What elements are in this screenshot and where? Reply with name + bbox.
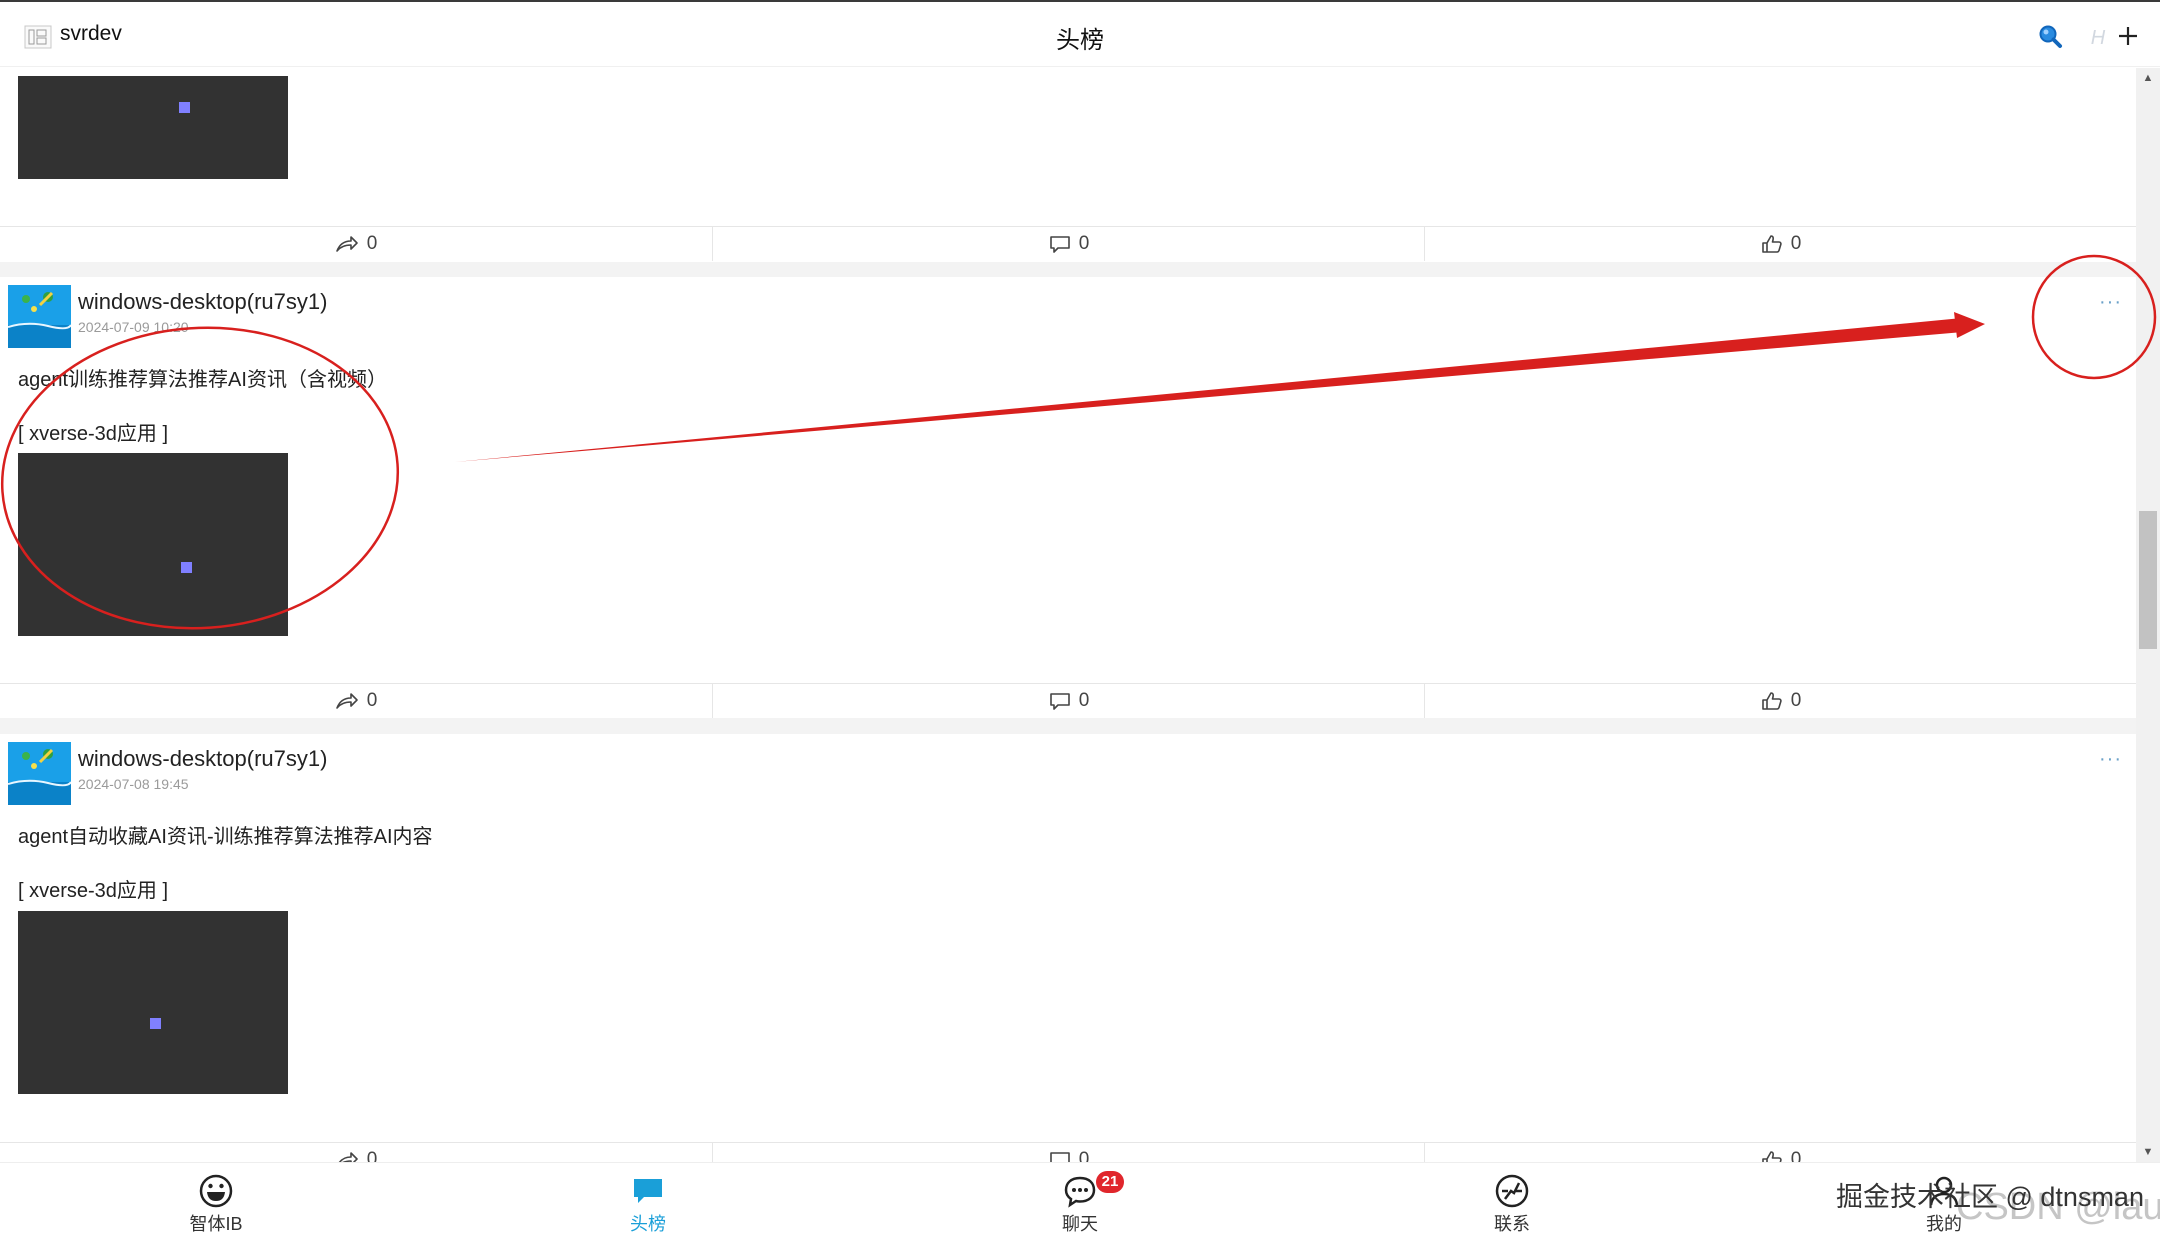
tab-chat[interactable]: 21 聊天	[864, 1163, 1296, 1240]
like-count: 0	[1790, 233, 1802, 254]
scroll-down-arrow[interactable]: ▼	[2136, 1142, 2160, 1162]
smiley-icon	[199, 1174, 233, 1208]
comment-count: 0	[1078, 690, 1090, 711]
page-title: 头榜	[1056, 27, 1104, 54]
post-timestamp: 2024-07-08 19:45	[78, 776, 189, 792]
comment-count: 0	[1078, 233, 1090, 254]
like-count: 0	[1790, 690, 1802, 711]
plus-icon[interactable]	[2114, 22, 2142, 50]
app-tag-link[interactable]: [ xverse-3d应用 ]	[18, 874, 168, 903]
share-count: 0	[366, 690, 378, 711]
post-author[interactable]: windows-desktop(ru7sy1)	[78, 746, 327, 772]
h-icon[interactable]: H	[2084, 22, 2112, 50]
tab-label: 头榜	[630, 1214, 666, 1234]
post-media-thumbnail[interactable]	[18, 911, 288, 1094]
unread-badge: 21	[1096, 1171, 1124, 1193]
play-marker	[150, 1018, 161, 1029]
tab-label: 聊天	[1062, 1214, 1098, 1234]
post-actions-bar: 0 0 0	[0, 226, 2136, 261]
scroll-thumb[interactable]	[2139, 511, 2157, 649]
more-options-button[interactable]: ···	[2099, 748, 2122, 771]
post-actions-bar: 0 0 0	[0, 1142, 2136, 1162]
post-actions-bar: 0 0 0	[0, 683, 2136, 718]
share-icon	[338, 1152, 358, 1162]
comment-count: 0	[1078, 1149, 1090, 1162]
comment-button[interactable]: 0	[712, 684, 1425, 718]
feed-list[interactable]: 0 0 0 windows-desktop(ru7sy1) 2024-07-09…	[0, 68, 2136, 1162]
post-text: agent自动收藏AI资讯-训练推荐算法推荐AI内容	[18, 826, 433, 848]
like-button[interactable]: 0	[1424, 1143, 2136, 1162]
scroll-up-arrow[interactable]: ▲	[2136, 68, 2160, 88]
share-button[interactable]: 0	[0, 227, 712, 261]
like-count: 0	[1790, 1149, 1802, 1162]
app-header: svrdev 头榜 H	[0, 2, 2160, 67]
share-count: 0	[366, 233, 378, 254]
more-options-button[interactable]: ···	[2099, 291, 2122, 314]
post-card: 0 0 0	[0, 68, 2136, 262]
play-marker	[179, 102, 190, 113]
post-media-thumbnail[interactable]	[18, 453, 288, 636]
like-button[interactable]: 0	[1424, 227, 2136, 261]
juejin-watermark: 掘金技术社区 @ dtnsman	[1836, 1182, 2144, 1212]
app-tag-link[interactable]: [ xverse-3d应用 ]	[18, 417, 168, 446]
post-text: agent训练推荐算法推荐AI资讯（含视频）	[18, 369, 387, 391]
share-button[interactable]: 0	[0, 1143, 712, 1162]
comment-icon	[1049, 1152, 1070, 1162]
tab-contacts[interactable]: 联系	[1296, 1163, 1728, 1240]
share-count: 0	[366, 1149, 378, 1162]
comment-icon	[1049, 236, 1070, 253]
comment-button[interactable]: 0	[712, 1143, 1425, 1162]
post-card: windows-desktop(ru7sy1) 2024-07-08 19:45…	[0, 734, 2136, 1162]
comment-button[interactable]: 0	[712, 227, 1425, 261]
like-button[interactable]: 0	[1424, 684, 2136, 718]
tab-label: 联系	[1494, 1214, 1530, 1234]
share-icon	[335, 693, 358, 709]
contact-icon	[1495, 1174, 1529, 1208]
thumbs-up-icon	[1761, 692, 1782, 710]
chat-icon	[1064, 1176, 1096, 1208]
avatar[interactable]	[8, 285, 71, 348]
comment-icon	[1049, 693, 1070, 710]
thumbs-up-icon	[1761, 235, 1782, 253]
search-icon[interactable]	[2036, 22, 2064, 50]
avatar[interactable]	[8, 742, 71, 805]
post-author[interactable]: windows-desktop(ru7sy1)	[78, 289, 327, 315]
feed-icon	[634, 1179, 662, 1203]
feed-scrollbar[interactable]: ▲ ▼	[2136, 68, 2160, 1162]
play-marker	[181, 562, 192, 573]
tab-zhiti-ib[interactable]: 智体IB	[0, 1163, 432, 1240]
post-timestamp: 2024-07-09 10:20	[78, 319, 189, 335]
thumbs-up-icon	[1761, 1151, 1782, 1162]
post-card: windows-desktop(ru7sy1) 2024-07-09 10:20…	[0, 277, 2136, 718]
tab-label: 智体IB	[189, 1214, 243, 1234]
post-media-thumbnail[interactable]	[18, 76, 288, 179]
tab-toubang[interactable]: 头榜	[432, 1163, 864, 1240]
share-icon	[335, 236, 358, 252]
share-button[interactable]: 0	[0, 684, 712, 718]
